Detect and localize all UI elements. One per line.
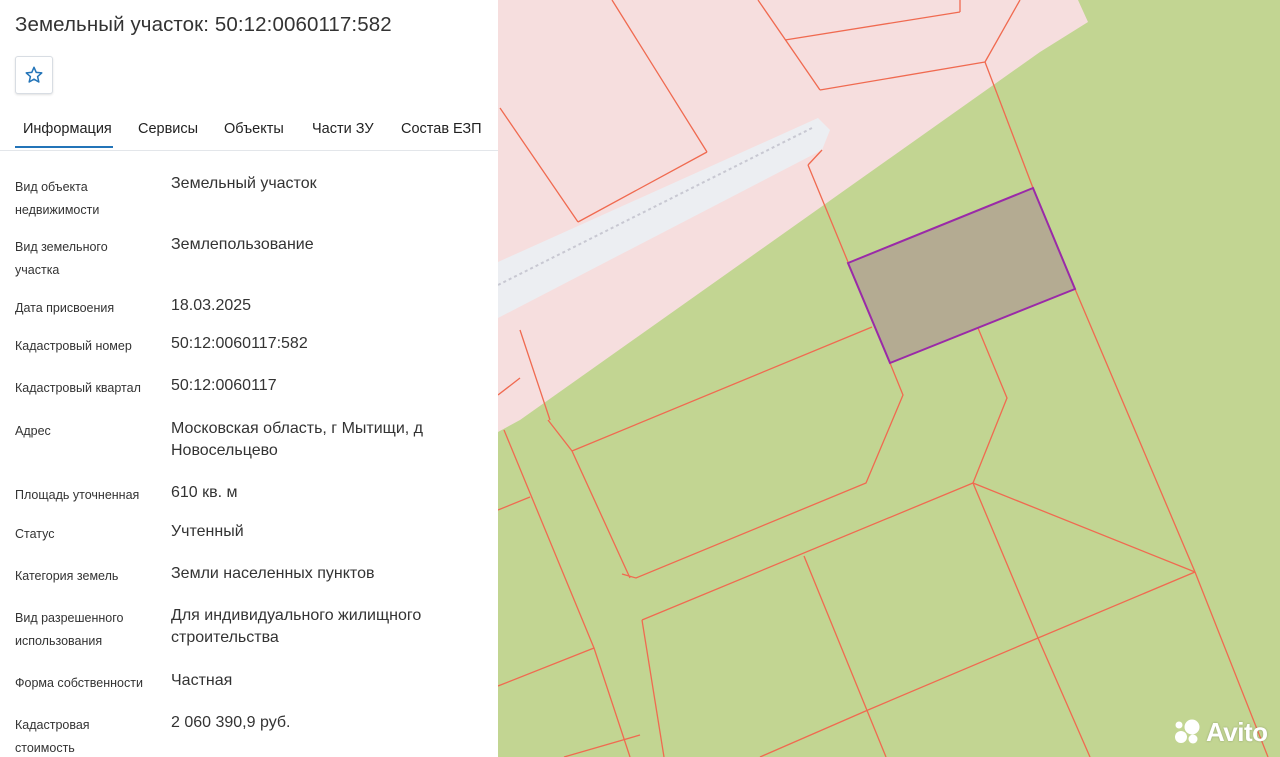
info-value: 50:12:0060117:582 [171,335,308,352]
info-label: Адрес [15,424,51,438]
info-value: Земельный участок [171,175,317,192]
tab-bar: Информация Сервисы Объекты Части ЗУ Сост… [0,112,498,151]
info-label: Дата присвоения [15,301,115,315]
info-value: Частная [171,672,233,689]
info-value: 2 060 390,9 руб. [171,714,291,731]
tab-objects[interactable]: Объекты [224,121,284,137]
info-value: Московская область, г Мытищи, д Новосель… [171,420,423,459]
avito-logo-icon [1175,719,1200,744]
tab-land-parts[interactable]: Части ЗУ [312,121,374,137]
info-value: Земли населенных пунктов [171,565,375,582]
tab-information[interactable]: Информация [23,121,112,137]
info-label: Статус [15,527,55,541]
tab-services[interactable]: Сервисы [138,121,198,137]
info-label: Кадастровая стоимость [15,718,90,755]
info-label: Вид разрешенного использования [15,611,124,648]
info-label: Категория земель [15,569,119,583]
info-label: Кадастровый квартал [15,381,141,395]
info-value: Учтенный [171,523,244,540]
tab-ezp-composition[interactable]: Состав ЕЗП [401,121,482,137]
info-label: Кадастровый номер [15,339,132,353]
info-value: 18.03.2025 [171,297,252,314]
map-canvas [498,0,1280,757]
avito-watermark: Avito [1172,716,1268,748]
info-label: Форма собственности [15,676,143,690]
page-title: Земельный участок: 50:12:0060117:582 [15,13,392,36]
info-label: Вид объекта недвижимости [15,180,100,217]
active-tab-indicator [15,146,113,148]
info-value: Землепользование [171,236,314,253]
info-value: 50:12:0060117 [171,377,277,394]
info-value: 610 кв. м [171,484,238,501]
info-panel: Земельный участок: 50:12:0060117:582 Инф… [0,0,498,757]
star-outline-icon [25,66,43,83]
watermark-text: Avito [1206,716,1268,747]
info-label: Площадь уточненная [15,488,140,502]
cadastral-map[interactable] [498,0,1280,757]
info-value: Для индивидуального жилищного строительс… [171,607,422,646]
info-label: Вид земельного участка [15,240,108,277]
favorite-button[interactable] [15,56,53,94]
